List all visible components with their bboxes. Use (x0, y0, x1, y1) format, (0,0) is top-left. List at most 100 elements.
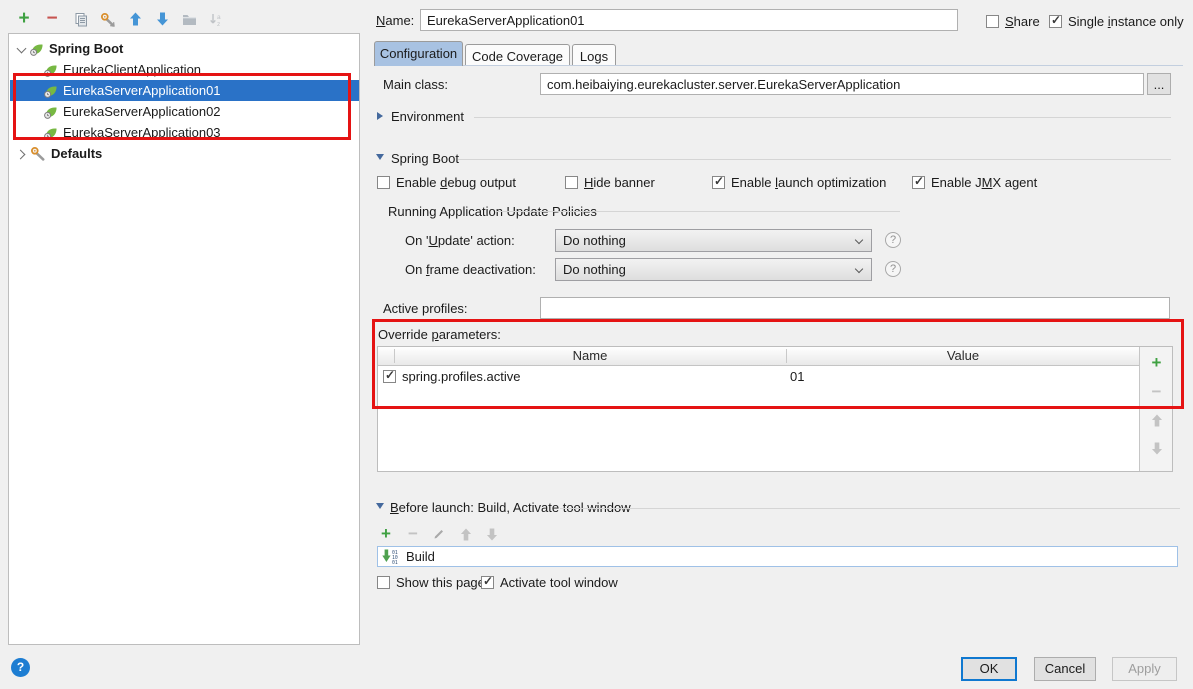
hide-banner-checkbox[interactable] (565, 176, 578, 189)
minus-icon: − (408, 525, 418, 543)
cancel-button[interactable]: Cancel (1034, 657, 1096, 681)
help-button[interactable]: ? (11, 658, 30, 677)
name-input[interactable] (420, 9, 958, 31)
browse-button[interactable]: ... (1147, 73, 1171, 95)
move-down-button[interactable] (151, 8, 173, 30)
enable-jmx-agent-checkbox[interactable] (912, 176, 925, 189)
before-launch-edit-button[interactable] (431, 526, 447, 542)
chevron-down-icon (855, 265, 863, 273)
parameter-enabled-checkbox[interactable] (383, 370, 396, 383)
tree-node-label: EurekaServerApplication02 (63, 104, 221, 119)
before-launch-add-button[interactable]: + (378, 526, 394, 542)
environment-section-label[interactable]: Environment (391, 109, 464, 124)
folder-icon (182, 13, 197, 26)
section-divider (474, 117, 1171, 118)
tree-node-eureka-server-02[interactable]: EurekaServerApplication02 (10, 101, 359, 122)
tree-node-eureka-server-03[interactable]: EurekaServerApplication03 (10, 122, 359, 143)
tree-node-defaults[interactable]: Defaults (10, 143, 359, 164)
svg-text:z: z (217, 21, 220, 27)
move-up-button[interactable] (124, 8, 146, 30)
parameter-name-cell: spring.profiles.active (402, 369, 521, 384)
chevron-right-icon[interactable] (17, 150, 25, 158)
sort-alphabetically-button[interactable]: az (205, 8, 227, 30)
table-move-down-button[interactable] (1140, 436, 1173, 460)
on-update-action-select[interactable]: Do nothing (555, 229, 872, 252)
plus-icon: + (1152, 353, 1162, 373)
arrow-up-icon (129, 12, 142, 26)
new-folder-button[interactable] (178, 8, 200, 30)
show-this-page-label: Show this page (396, 575, 485, 590)
active-profiles-label: Active profiles: (383, 301, 468, 316)
pencil-icon (432, 527, 446, 541)
single-instance-checkbox-group: Single instance only (1049, 14, 1184, 29)
before-launch-move-up-button[interactable] (458, 526, 474, 542)
share-checkbox-group: Share (986, 14, 1040, 29)
active-profiles-input[interactable] (540, 297, 1170, 319)
table-row[interactable]: spring.profiles.active 01 (378, 366, 1140, 387)
enable-launch-optimization-label: Enable launch optimization (731, 175, 886, 190)
enable-launch-optimization-checkbox[interactable] (712, 176, 725, 189)
ok-button[interactable]: OK (961, 657, 1017, 681)
collapse-triangle-icon[interactable] (377, 112, 383, 120)
chevron-down-icon[interactable] (17, 45, 25, 53)
on-frame-deactivation-value: Do nothing (563, 262, 626, 277)
activate-tool-window-label: Activate tool window (500, 575, 618, 590)
tree-node-label: EurekaClientApplication (63, 62, 201, 77)
copy-button[interactable] (69, 8, 91, 30)
share-checkbox[interactable] (986, 15, 999, 28)
table-remove-button[interactable]: − (1140, 380, 1173, 404)
before-launch-remove-button[interactable]: − (405, 526, 421, 542)
help-circle-icon[interactable]: ? (885, 232, 901, 248)
show-this-page-checkbox[interactable] (377, 576, 390, 589)
single-instance-checkbox[interactable] (1049, 15, 1062, 28)
edit-defaults-button[interactable] (97, 8, 119, 30)
enable-debug-output-checkbox[interactable] (377, 176, 390, 189)
tab-code-coverage[interactable]: Code Coverage (465, 44, 570, 66)
run-configurations-tree: Spring Boot EurekaClientApplication Eure… (8, 33, 360, 645)
wrench-icon (30, 146, 46, 161)
section-divider (458, 159, 1171, 160)
expand-triangle-icon[interactable] (376, 503, 384, 509)
tree-node-eureka-server-01[interactable]: EurekaServerApplication01 (10, 80, 359, 101)
arrow-up-icon (1151, 414, 1163, 427)
tab-configuration[interactable]: Configuration (374, 41, 463, 66)
table-header: Name Value (378, 347, 1140, 366)
on-frame-deactivation-select[interactable]: Do nothing (555, 258, 872, 281)
section-divider (496, 211, 900, 212)
table-move-up-button[interactable] (1140, 408, 1173, 432)
expand-triangle-icon[interactable] (376, 154, 384, 160)
chevron-down-icon (855, 236, 863, 244)
enable-debug-output-group: Enable debug output (377, 175, 516, 190)
share-label: Share (1005, 14, 1040, 29)
column-header-value: Value (786, 347, 1140, 366)
activate-tool-window-checkbox[interactable] (481, 576, 494, 589)
tree-node-spring-boot[interactable]: Spring Boot (10, 38, 359, 59)
table-toolbar: + − (1139, 347, 1172, 471)
tree-node-label: EurekaServerApplication01 (63, 83, 221, 98)
spring-boot-icon (44, 63, 58, 77)
main-class-label: Main class: (383, 77, 448, 92)
tree-node-label: Defaults (51, 146, 102, 161)
tree-node-eureka-client[interactable]: EurekaClientApplication (10, 59, 359, 80)
plus-icon: + (381, 524, 391, 544)
plus-icon: + (18, 9, 29, 29)
add-button[interactable]: + (13, 8, 35, 30)
column-header-name: Name (394, 347, 786, 366)
tab-logs[interactable]: Logs (572, 44, 616, 66)
before-launch-task-build[interactable]: 011001 Build (377, 546, 1178, 567)
before-launch-move-down-button[interactable] (484, 526, 500, 542)
spring-boot-icon (30, 42, 44, 56)
help-circle-icon[interactable]: ? (885, 261, 901, 277)
on-update-action-label: On 'Update' action: (405, 233, 515, 248)
show-this-page-group: Show this page (377, 575, 485, 590)
override-parameters-label: Override parameters: (378, 327, 501, 342)
spring-boot-section-label[interactable]: Spring Boot (391, 151, 459, 166)
remove-button[interactable]: − (41, 8, 63, 30)
wrench-icon (100, 12, 116, 27)
table-add-button[interactable]: + (1140, 351, 1173, 375)
copy-icon (73, 12, 88, 27)
main-class-input[interactable] (540, 73, 1144, 95)
arrow-down-icon (1151, 442, 1163, 455)
enable-launch-optimization-group: Enable launch optimization (712, 175, 886, 190)
apply-button[interactable]: Apply (1112, 657, 1177, 681)
